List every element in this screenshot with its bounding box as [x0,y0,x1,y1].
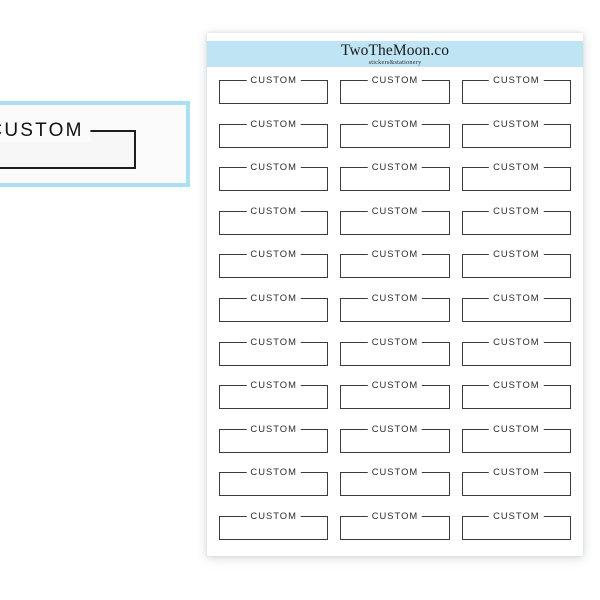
custom-label-sticker[interactable]: CUSTOM [338,289,451,323]
label-text: CUSTOM [489,420,544,436]
label-text: CUSTOM [246,159,301,175]
label-grid: CUSTOM CUSTOM CUSTOM CUSTOM CUSTOM CUSTOM CUST… [217,72,573,541]
label-text: CUSTOM [489,72,544,87]
custom-label-sticker[interactable]: CUSTOM [460,289,573,323]
custom-label-sticker[interactable]: CUSTOM [460,420,573,454]
brand-subtitle: stickers&stationery [368,59,422,66]
label-text: CUSTOM [367,246,423,262]
label-text: CUSTOM [246,333,301,349]
custom-label-sticker[interactable]: CUSTOM [217,72,330,105]
custom-label-sticker[interactable]: CUSTOM [460,507,573,541]
label-text: CUSTOM [489,333,544,349]
custom-label-sticker[interactable]: CUSTOM [338,507,451,541]
custom-label-sticker[interactable]: CUSTOM [338,246,451,279]
zoom-preview-content: CUSTOM [0,105,186,183]
custom-label-sticker[interactable]: CUSTOM [338,202,451,236]
label-text: CUSTOM [246,246,301,262]
label-text: CUSTOM [367,289,423,305]
custom-label-sticker[interactable]: CUSTOM [338,420,451,454]
label-text: CUSTOM [246,72,301,87]
label-text: CUSTOM [367,333,423,349]
custom-label-sticker[interactable]: CUSTOM [460,464,573,497]
label-text: CUSTOM [489,115,544,131]
label-text: CUSTOM [246,202,301,218]
custom-label-sticker[interactable]: CUSTOM [338,333,451,367]
custom-label-sticker[interactable]: CUSTOM [217,377,330,410]
label-text: CUSTOM [367,507,423,523]
label-text: CUSTOM [489,507,544,523]
label-text: CUSTOM [367,202,423,218]
label-text: CUSTOM [489,246,544,262]
custom-label-sticker[interactable]: CUSTOM [217,202,330,236]
custom-label-sticker[interactable]: CUSTOM [217,464,330,497]
label-text: CUSTOM [489,202,544,218]
label-text: CUSTOM [246,289,301,305]
label-text: CUSTOM [489,289,544,305]
sheet-header-band: TwoTheMoon.co stickers&stationery [207,41,583,67]
custom-label-sticker[interactable]: CUSTOM [217,420,330,454]
custom-label-sticker[interactable]: CUSTOM [460,202,573,236]
label-text: CUSTOM [367,115,423,131]
sticker-sheet[interactable]: TwoTheMoon.co stickers&stationery CUSTOM… [207,33,583,556]
label-text: CUSTOM [367,420,423,436]
custom-label-sticker[interactable]: CUSTOM [217,115,330,149]
label-text: CUSTOM [246,464,301,480]
label-text: CUSTOM [367,159,423,175]
custom-label-sticker[interactable]: CUSTOM [460,159,573,192]
custom-label-sticker[interactable]: CUSTOM [460,333,573,367]
label-text: CUSTOM [246,507,301,523]
custom-label-sticker[interactable]: CUSTOM [460,377,573,410]
custom-label-sticker[interactable]: CUSTOM [217,289,330,323]
custom-label-sticker[interactable]: CUSTOM [217,333,330,367]
custom-label-sticker[interactable]: CUSTOM [217,159,330,192]
preview-label-text: CUSTOM [0,120,91,142]
custom-label-sticker[interactable]: CUSTOM [338,72,451,105]
custom-label-sticker[interactable]: CUSTOM [338,115,451,149]
label-text: CUSTOM [367,464,423,480]
preview-custom-label: CUSTOM [0,120,136,169]
custom-label-sticker[interactable]: CUSTOM [217,507,330,541]
custom-label-sticker[interactable]: CUSTOM [217,246,330,279]
label-text: CUSTOM [489,464,544,480]
label-text: CUSTOM [246,420,301,436]
custom-label-sticker[interactable]: CUSTOM [460,246,573,279]
custom-label-sticker[interactable]: CUSTOM [338,159,451,192]
custom-label-sticker[interactable]: CUSTOM [460,115,573,149]
label-text: CUSTOM [489,159,544,175]
custom-label-sticker[interactable]: CUSTOM [338,377,451,410]
label-text: CUSTOM [367,377,423,393]
custom-label-sticker[interactable]: CUSTOM [338,464,451,497]
label-text: CUSTOM [246,377,301,393]
label-text: CUSTOM [367,72,423,87]
label-text: CUSTOM [246,115,301,131]
zoom-preview-panel[interactable]: CUSTOM [0,101,190,187]
custom-label-sticker[interactable]: CUSTOM [460,72,573,105]
brand-title: TwoTheMoon.co [340,42,450,59]
label-text: CUSTOM [489,377,544,393]
